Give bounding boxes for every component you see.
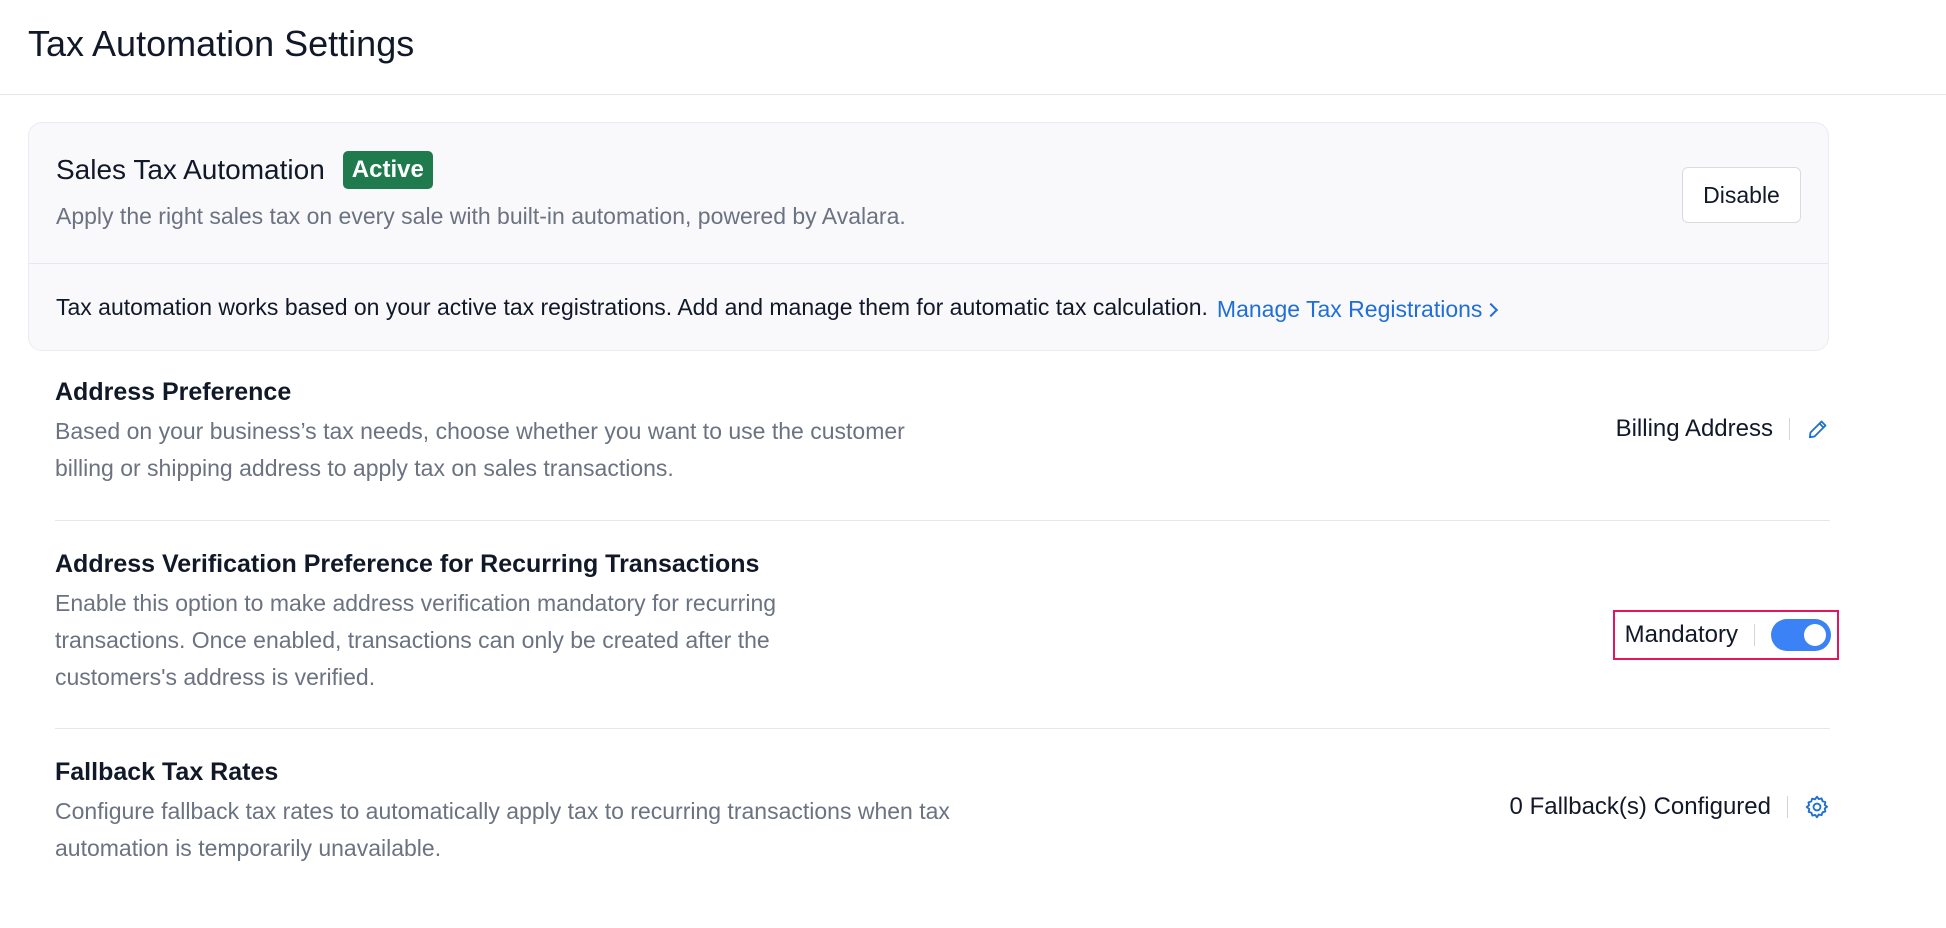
settings-content: Sales Tax Automation Active Apply the ri… bbox=[0, 95, 1946, 869]
card-description: Apply the right sales tax on every sale … bbox=[56, 203, 906, 229]
separator bbox=[1787, 796, 1788, 818]
separator bbox=[1754, 624, 1755, 646]
toggle-knob bbox=[1804, 624, 1826, 646]
address-verification-title: Address Verification Preference for Recu… bbox=[55, 550, 760, 578]
sales-tax-automation-card: Sales Tax Automation Active Apply the ri… bbox=[28, 122, 1829, 351]
address-preference-value-group: Billing Address bbox=[1616, 415, 1830, 443]
chevron-right-icon bbox=[1484, 302, 1499, 317]
page-header: Tax Automation Settings bbox=[0, 0, 1946, 95]
mandatory-toggle[interactable] bbox=[1771, 619, 1831, 651]
status-badge: Active bbox=[342, 151, 433, 189]
address-preference-section: Address Preference Based on your busines… bbox=[55, 351, 1830, 521]
manage-link-label: Manage Tax Registrations bbox=[1216, 295, 1483, 322]
fallback-tax-rates-title: Fallback Tax Rates bbox=[55, 758, 279, 786]
address-verification-description: Enable this option to make address verif… bbox=[55, 590, 777, 690]
disable-button[interactable]: Disable bbox=[1682, 167, 1801, 223]
fallback-tax-rates-description: Configure fallback tax rates to automati… bbox=[55, 798, 950, 861]
card-title: Sales Tax Automation bbox=[56, 154, 325, 185]
manage-tax-registrations-link[interactable]: Manage Tax Registrations bbox=[1216, 295, 1499, 323]
mandatory-toggle-highlight: Mandatory bbox=[1612, 610, 1839, 660]
address-verification-value: Mandatory bbox=[1624, 621, 1738, 648]
tax-registration-info: Tax automation works based on your activ… bbox=[56, 293, 1208, 320]
address-verification-value-group: Mandatory bbox=[1612, 610, 1839, 660]
address-preference-description: Based on your business’s tax needs, choo… bbox=[55, 418, 905, 481]
address-verification-section: Address Verification Preference for Recu… bbox=[55, 521, 1839, 729]
page-title: Tax Automation Settings bbox=[28, 23, 415, 64]
fallback-tax-rates-section: Fallback Tax Rates Configure fallback ta… bbox=[55, 729, 1830, 869]
card-info-row: Tax automation works based on your activ… bbox=[29, 264, 1828, 350]
separator bbox=[1789, 418, 1790, 440]
fallback-tax-rates-value: 0 Fallback(s) Configured bbox=[1509, 793, 1771, 820]
fallback-tax-rates-value-group: 0 Fallback(s) Configured bbox=[1510, 793, 1830, 821]
address-preference-value: Billing Address bbox=[1615, 415, 1773, 442]
card-header: Sales Tax Automation Active Apply the ri… bbox=[29, 123, 1828, 264]
gear-icon[interactable] bbox=[1804, 794, 1830, 820]
address-preference-title: Address Preference bbox=[55, 378, 292, 406]
pencil-icon[interactable] bbox=[1806, 417, 1830, 441]
card-title-row: Sales Tax Automation Active bbox=[56, 151, 1801, 189]
